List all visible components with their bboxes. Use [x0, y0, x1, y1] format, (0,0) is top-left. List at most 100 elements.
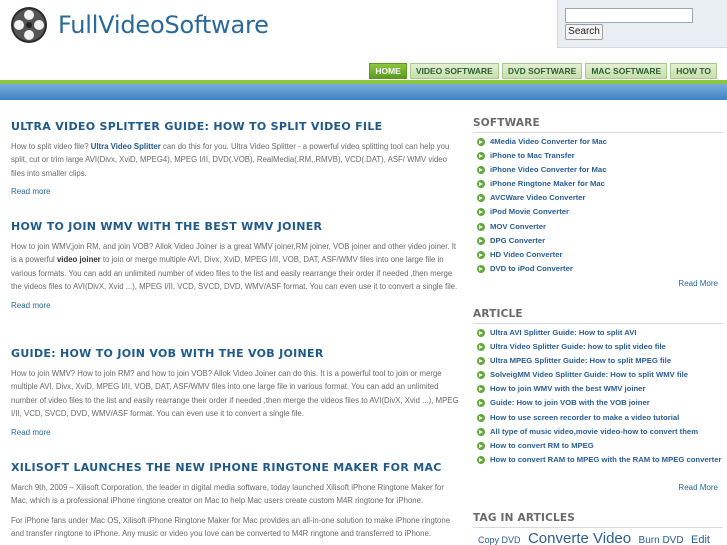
arrow-bullet-icon — [477, 138, 485, 146]
arrow-bullet-icon — [477, 343, 485, 352]
software-item[interactable]: DPG Converter — [473, 234, 723, 248]
article-item[interactable]: Guide: How to join VOB with the VOB join… — [473, 396, 723, 410]
post: GUIDE: HOW TO JOIN VOB WITH THE VOB JOIN… — [11, 347, 459, 437]
article-item[interactable]: Ultra AVI Splitter Guide: How to split A… — [473, 326, 723, 340]
software-list: 4Media Video Converter for Mac iPhone to… — [473, 135, 723, 276]
read-more-link[interactable]: Read more — [11, 428, 459, 437]
arrow-bullet-icon — [477, 222, 485, 231]
article-item-label: How to convert RM to MPEG — [490, 440, 594, 450]
software-read-more-link[interactable]: Read More — [678, 279, 718, 288]
software-item-label: DPG Converter — [490, 235, 546, 245]
article-item[interactable]: How to join WMV with the best WMV joiner — [473, 382, 723, 396]
article-item-label: Ultra MPEG Splitter Guide: How to split … — [490, 356, 672, 366]
arrow-bullet-icon — [477, 455, 485, 464]
post-title[interactable]: ULTRA VIDEO SPLITTER GUIDE: HOW TO SPLIT… — [11, 120, 459, 133]
arrow-bullet-icon — [477, 208, 485, 217]
software-item-label: iPhone Video Converter for Mac — [490, 165, 607, 175]
read-more-link[interactable]: Read more — [11, 301, 459, 310]
arrow-bullet-icon — [477, 385, 485, 394]
tag-cloud: Copy DVD Converte Video Burn DVD Edit — [478, 530, 723, 545]
software-item[interactable]: AVCWare Video Converter — [473, 191, 723, 205]
post-text: How to split video file? — [11, 142, 91, 151]
post: XILISOFT LAUNCHES THE NEW IPHONE RINGTON… — [11, 461, 459, 541]
post-bold-text: video joiner — [56, 255, 101, 265]
article-item[interactable]: SolveigMM Video Splitter Guide: How to s… — [473, 368, 723, 382]
article-item-label: How to convert RAM to MPEG with the RAM … — [490, 454, 722, 464]
article-item-label: All type of music video,movie video-how … — [490, 426, 699, 436]
nav-dvd-software[interactable]: DVD SOFTWARE — [501, 63, 583, 79]
nav-how-to[interactable]: HOW TO — [670, 63, 717, 79]
arrow-bullet-icon — [477, 152, 485, 161]
post-excerpt: How to join WMV? How to join RM? and how… — [11, 369, 459, 419]
post-excerpt: How to split video file? Ultra Video Spl… — [11, 140, 459, 180]
arrow-bullet-icon — [477, 264, 485, 273]
software-item-label: 4Media Video Converter for Mac — [490, 137, 607, 146]
arrow-bullet-icon — [477, 194, 485, 203]
software-item[interactable]: 4Media Video Converter for Mac — [473, 135, 723, 149]
main-nav: HOME VIDEO SOFTWARE DVD SOFTWARE MAC SOF… — [369, 63, 717, 79]
arrow-bullet-icon — [477, 399, 485, 408]
nav-mac-software[interactable]: MAC SOFTWARE — [585, 63, 668, 79]
article-item-label: Ultra Video Splitter Guide: how to split… — [490, 342, 666, 352]
header-band — [0, 80, 727, 100]
software-item-label: AVCWare Video Converter — [490, 193, 586, 203]
software-item[interactable]: MOV Converter — [473, 220, 723, 234]
arrow-bullet-icon — [477, 329, 485, 337]
software-item[interactable]: iPhone Video Converter for Mac — [473, 163, 723, 177]
site-header: FullVideoSoftware Search HOME VIDEO SOFT… — [0, 0, 727, 84]
arrow-bullet-icon — [477, 441, 485, 450]
article-item-label: How to use screen recorder to make a vid… — [490, 412, 680, 422]
arrow-bullet-icon — [477, 413, 485, 422]
post-inline-link[interactable]: Ultra Video Splitter — [91, 142, 161, 151]
post: ULTRA VIDEO SPLITTER GUIDE: HOW TO SPLIT… — [11, 120, 459, 196]
post-excerpt: March 9th, 2009 – Xilisoft Corporation, … — [11, 483, 444, 506]
nav-home[interactable]: HOME — [369, 63, 407, 79]
article-item[interactable]: All type of music video,movie video-how … — [473, 425, 723, 439]
post-title[interactable]: HOW TO JOIN WMV WITH THE BEST WMV JOINER — [11, 220, 459, 233]
software-item[interactable]: DVD to iPod Converter — [473, 262, 723, 276]
arrow-bullet-icon — [477, 180, 485, 189]
article-item[interactable]: How to convert RM to MPEG — [473, 439, 723, 453]
arrow-bullet-icon — [477, 250, 485, 259]
article-list: Ultra AVI Splitter Guide: How to split A… — [473, 326, 723, 477]
software-item[interactable]: iPhone Ringtone Maker for Mac — [473, 177, 723, 191]
article-item-label: Guide: How to join VOB with the VOB join… — [490, 398, 650, 408]
search-button[interactable]: Search — [565, 24, 603, 40]
article-item[interactable]: Ultra Video Splitter Guide: how to split… — [473, 340, 723, 354]
software-item[interactable]: HD Video Converter — [473, 248, 723, 262]
search-input[interactable] — [565, 8, 693, 23]
tag-link[interactable]: Burn DVD — [639, 535, 684, 545]
arrow-bullet-icon — [477, 236, 485, 245]
post-title[interactable]: GUIDE: HOW TO JOIN VOB WITH THE VOB JOIN… — [11, 347, 459, 360]
software-item-label: iPhone Ringtone Maker for Mac — [490, 179, 605, 189]
tag-link[interactable]: Copy DVD — [478, 535, 521, 545]
article-item-label: SolveigMM Video Splitter Guide: How to s… — [490, 370, 689, 380]
software-item-label: MOV Converter — [490, 221, 546, 231]
arrow-bullet-icon — [477, 427, 485, 436]
post: HOW TO JOIN WMV WITH THE BEST WMV JOINER… — [11, 220, 459, 310]
read-more-link[interactable]: Read more — [11, 187, 459, 196]
post-excerpt: How to join WMV,join RM, and join VOB? A… — [11, 240, 459, 294]
article-item-label: How to join WMV with the best WMV joiner — [490, 384, 646, 394]
article-read-more-link[interactable]: Read More — [678, 483, 718, 492]
site-logo[interactable] — [10, 6, 48, 44]
article-item[interactable]: Ultra MPEG Splitter Guide: How to split … — [473, 354, 723, 368]
software-item[interactable]: iPod Movie Converter — [473, 205, 723, 219]
arrow-bullet-icon — [477, 357, 485, 366]
nav-video-software[interactable]: VIDEO SOFTWARE — [409, 63, 499, 79]
sidebar-heading-article: ARTICLE — [473, 308, 723, 324]
article-item[interactable]: How to use screen recorder to make a vid… — [473, 411, 723, 425]
sidebar-heading-tags: TAG IN ARTICLES — [473, 512, 723, 528]
arrow-bullet-icon — [477, 371, 485, 380]
sidebar-heading-software: SOFTWARE — [473, 117, 723, 133]
article-item-label: Ultra AVI Splitter Guide: How to split A… — [490, 328, 637, 337]
software-item[interactable]: iPhone to Mac Transfer — [473, 149, 723, 163]
tag-link[interactable]: Converte Video — [528, 530, 631, 545]
article-item[interactable]: How to convert RAM to MPEG with the RAM … — [473, 453, 723, 477]
site-name[interactable]: FullVideoSoftware — [58, 11, 269, 39]
post-title[interactable]: XILISOFT LAUNCHES THE NEW IPHONE RINGTON… — [11, 461, 459, 474]
software-item-label: HD Video Converter — [490, 249, 563, 259]
software-item-label: DVD to iPod Converter — [490, 263, 573, 273]
tag-link[interactable]: Edit — [691, 534, 710, 545]
arrow-bullet-icon — [477, 166, 485, 175]
